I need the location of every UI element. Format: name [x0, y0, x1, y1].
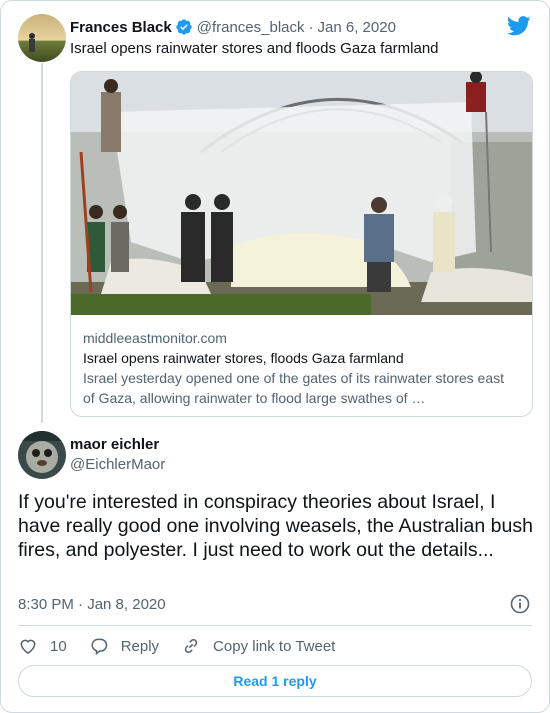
- info-icon[interactable]: [510, 594, 530, 619]
- reply-tweet-text: If you're interested in conspiracy theor…: [18, 491, 533, 561]
- link-description: Israel yesterday opened one of the gates…: [83, 370, 505, 406]
- header-separator: ·: [308, 18, 314, 36]
- parent-author-avatar[interactable]: [18, 14, 66, 62]
- verified-badge-icon: [175, 18, 193, 36]
- reply-author-avatar[interactable]: [18, 431, 66, 479]
- link-icon: [184, 638, 198, 654]
- parent-tweet-date[interactable]: Jan 6, 2020: [318, 19, 396, 36]
- reply-button[interactable]: Reply: [89, 636, 159, 656]
- embedded-tweet-card: Frances Black @frances_black · Jan 6, 20…: [0, 0, 550, 713]
- heart-icon: [20, 639, 36, 654]
- link-preview-image: [71, 72, 532, 315]
- twitter-bird-icon[interactable]: [506, 16, 531, 41]
- reply-bubble-icon: [91, 638, 107, 655]
- parent-tweet-header: Frances Black @frances_black · Jan 6, 20…: [70, 17, 535, 37]
- thread-connector-line: [41, 63, 43, 423]
- link-domain: middleeastmonitor.com: [83, 330, 227, 346]
- link-preview-meta: middleeastmonitor.com Israel opens rainw…: [83, 328, 520, 408]
- actions-divider: [18, 625, 532, 626]
- link-preview-card[interactable]: middleeastmonitor.com Israel opens rainw…: [70, 71, 533, 417]
- like-button[interactable]: 10: [18, 636, 67, 656]
- reply-author-name[interactable]: maor eichler: [70, 435, 159, 455]
- copy-link-button[interactable]: Copy link to Tweet: [181, 636, 335, 656]
- like-count: 10: [50, 637, 67, 655]
- reply-timestamp[interactable]: 8:30 PM · Jan 8, 2020: [18, 595, 166, 615]
- tweet-actions-bar: 10 Reply Copy link to Tweet: [18, 635, 357, 657]
- parent-author-name[interactable]: Frances Black: [70, 19, 172, 36]
- parent-author-handle[interactable]: @frances_black: [197, 19, 305, 36]
- reply-author-handle[interactable]: @EichlerMaor: [70, 455, 165, 475]
- link-title: Israel opens rainwater stores, floods Ga…: [83, 350, 404, 366]
- parent-tweet-text: Israel opens rainwater stores and floods…: [70, 40, 439, 57]
- read-replies-button[interactable]: Read 1 reply: [18, 665, 532, 697]
- reply-label: Reply: [120, 637, 160, 655]
- copy-link-label: Copy link to Tweet: [213, 637, 336, 655]
